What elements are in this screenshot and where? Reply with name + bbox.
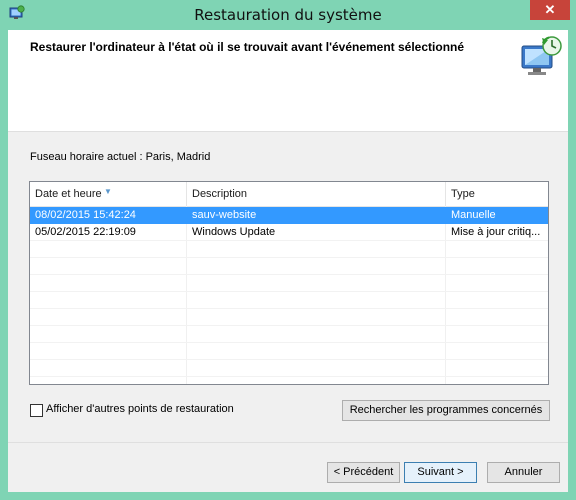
cell-type: Manuelle xyxy=(451,209,496,221)
restore-points-table[interactable]: Date et heure ▼ Description Type 08/02/2… xyxy=(29,181,549,385)
grid-line xyxy=(30,325,548,326)
cell-date: 05/02/2015 22:19:09 xyxy=(35,226,136,238)
column-header-date-label: Date et heure xyxy=(35,188,102,200)
column-header-description[interactable]: Description xyxy=(187,182,446,206)
cell-type: Mise à jour critiq... xyxy=(451,226,541,238)
table-row[interactable]: 08/02/2015 15:42:24 sauv-website Manuell… xyxy=(30,207,548,224)
grid-line xyxy=(30,376,548,377)
grid-line xyxy=(30,308,548,309)
column-header-date[interactable]: Date et heure ▼ xyxy=(30,182,187,206)
window-frame: Restauration du système ✕ Restaurer l'or… xyxy=(0,0,576,500)
grid-line xyxy=(30,359,548,360)
show-more-label[interactable]: Afficher d'autres points de restauration xyxy=(46,403,234,415)
title-bar[interactable]: Restauration du système ✕ xyxy=(0,0,576,30)
cell-description: sauv-website xyxy=(192,209,257,221)
table-header: Date et heure ▼ Description Type xyxy=(30,182,548,207)
cell-date: 08/02/2015 15:42:24 xyxy=(35,209,136,221)
grid-line xyxy=(30,342,548,343)
footer-separator xyxy=(8,442,568,443)
column-header-type[interactable]: Type xyxy=(446,182,548,206)
dialog-client: Restaurer l'ordinateur à l'état où il se… xyxy=(8,30,568,492)
grid-line xyxy=(30,274,548,275)
close-button[interactable]: ✕ xyxy=(530,0,570,20)
cell-description: Windows Update xyxy=(192,226,276,238)
window-title: Restauration du système xyxy=(194,6,382,24)
grid-line xyxy=(30,291,548,292)
monitor-restore-icon xyxy=(521,36,562,75)
header-title: Restaurer l'ordinateur à l'état où il se… xyxy=(30,40,465,54)
next-button[interactable]: Suivant > xyxy=(404,462,477,483)
grid-line xyxy=(30,257,548,258)
back-button[interactable]: < Précédent xyxy=(327,462,400,483)
scan-affected-programs-button[interactable]: Rechercher les programmes concernés xyxy=(342,400,550,421)
dialog-header: Restaurer l'ordinateur à l'état où il se… xyxy=(8,30,568,132)
sort-arrow-icon: ▼ xyxy=(104,187,112,196)
cancel-button[interactable]: Annuler xyxy=(487,462,560,483)
show-more-checkbox[interactable] xyxy=(30,404,43,417)
timezone-label: Fuseau horaire actuel : Paris, Madrid xyxy=(30,151,211,163)
table-row[interactable]: 05/02/2015 22:19:09 Windows Update Mise … xyxy=(30,224,548,241)
